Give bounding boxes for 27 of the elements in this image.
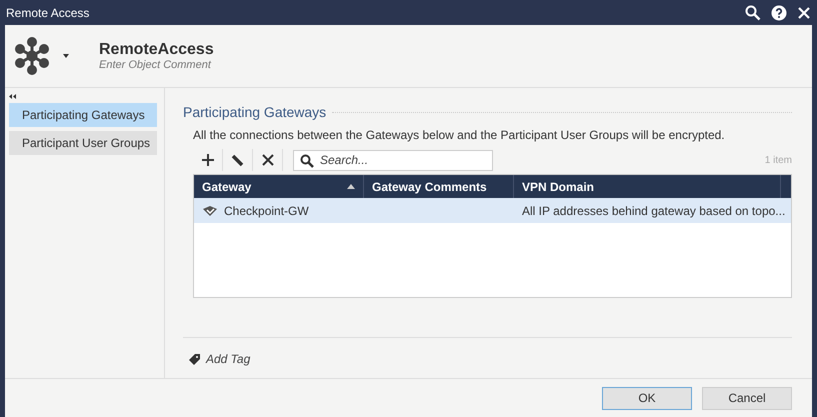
object-name: RemoteAccess (99, 41, 215, 59)
item-count: 1 item (764, 154, 792, 166)
help-icon[interactable] (771, 4, 787, 20)
sidebar-item[interactable]: Participating Gateways (9, 103, 157, 127)
gateway-icon (202, 204, 218, 216)
delete-icon[interactable] (262, 154, 274, 166)
ok-button[interactable]: OK (602, 386, 692, 410)
caret-icon[interactable] (63, 54, 69, 58)
network-icon (13, 37, 51, 75)
table-cell: All IP addresses behind gateway based on topo... (522, 204, 786, 218)
table-cell: Checkpoint-GW (224, 204, 309, 218)
section-title: Participating Gateways (183, 104, 326, 120)
collapse-icon[interactable] (9, 94, 16, 99)
sidebar-item[interactable]: Participant User Groups (9, 131, 157, 155)
edit-icon[interactable] (230, 153, 244, 167)
table-row[interactable]: Checkpoint-GW All IP addresses behind gateway based on topo... (194, 198, 791, 223)
cancel-button[interactable]: Cancel (702, 386, 792, 410)
search-field[interactable]: Search... (293, 150, 493, 170)
add-tag-link[interactable]: Add Tag (206, 352, 250, 366)
add-icon[interactable] (200, 153, 214, 167)
comment-field[interactable]: Enter Object Comment (99, 59, 299, 71)
close-icon[interactable] (797, 6, 811, 20)
tag-icon[interactable] (189, 354, 200, 364)
search-icon[interactable] (745, 4, 761, 20)
search-icon (300, 154, 314, 168)
window-title: Remote Access (6, 6, 90, 20)
section-description: All the connections between the Gateways below and the Participant User Groups will be encrypted. (193, 128, 726, 142)
